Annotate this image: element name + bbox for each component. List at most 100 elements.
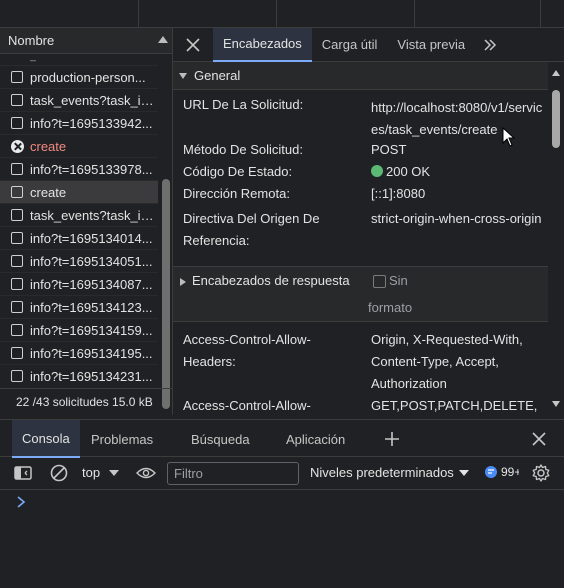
- request-checkbox[interactable]: [11, 278, 23, 290]
- collapse-triangle-icon: [180, 278, 186, 286]
- close-drawer-button[interactable]: [531, 420, 547, 458]
- general-section-header[interactable]: General: [173, 62, 548, 90]
- eye-icon: [136, 467, 156, 479]
- timeline-tick: [414, 0, 415, 28]
- response-header-value: Origin, X-Requested-With, Content-Type, …: [371, 332, 523, 391]
- method-value: POST: [371, 142, 407, 157]
- scroll-down-arrow-icon[interactable]: [552, 401, 560, 407]
- issues-counter[interactable]: 99+: [484, 465, 519, 479]
- sidebar-toggle-button[interactable]: [14, 465, 32, 481]
- tab-preview[interactable]: Vista previa: [387, 28, 475, 62]
- list-item[interactable]: task_events?task_id...: [0, 89, 158, 112]
- close-details-button[interactable]: [173, 28, 213, 62]
- request-checkbox[interactable]: [11, 255, 23, 267]
- scroll-up-arrow-icon[interactable]: [552, 70, 560, 76]
- sort-ascending-icon[interactable]: [158, 36, 168, 43]
- tab-search[interactable]: Búsqueda: [191, 420, 250, 458]
- url-label: URL De La Solicitud:: [183, 97, 304, 112]
- list-item[interactable]: info?t=1695134087...: [0, 273, 158, 296]
- response-header-value: GET,POST,PATCH,DELETE,OPTIONS: [371, 398, 538, 413]
- name-column-header[interactable]: Nombre: [0, 28, 172, 54]
- timeline-tick: [138, 0, 139, 28]
- scrollbar-thumb[interactable]: [162, 179, 170, 409]
- response-headers-title: Encabezados de respuesta: [192, 273, 350, 288]
- status-ok-icon: [371, 165, 383, 177]
- list-item[interactable]: create: [0, 181, 158, 204]
- request-checkbox[interactable]: [11, 301, 23, 313]
- request-checkbox[interactable]: [11, 186, 23, 198]
- log-levels-dropdown[interactable]: Niveles predeterminados: [310, 465, 470, 480]
- close-icon: [532, 432, 546, 446]
- list-item[interactable]: create: [0, 135, 158, 158]
- request-name: task_events?task_id...: [30, 92, 158, 108]
- tab-issues[interactable]: Problemas: [91, 420, 153, 458]
- list-item[interactable]: info?t=1695134195...: [0, 342, 158, 365]
- referrer-policy-label: Directiva Del Origen De Referencia:: [183, 211, 320, 248]
- context-value: top: [82, 465, 101, 480]
- remote-address-value: [::1]:8080: [371, 186, 426, 201]
- headers-content: General URL De La Solicitud: http://loca…: [173, 62, 548, 415]
- request-checkbox[interactable]: [11, 209, 23, 221]
- list-item[interactable]: info?t=1695134231...: [0, 365, 158, 384]
- drawer-tabs: Consola Problemas Búsqueda Aplicación: [0, 419, 564, 458]
- request-checkbox[interactable]: [11, 347, 23, 359]
- request-checkbox[interactable]: [11, 370, 23, 382]
- request-list-scrollbar[interactable]: [159, 54, 173, 409]
- response-header-key: Access-Control-Allow-Methods:: [183, 398, 311, 413]
- request-name: production-person...: [30, 69, 146, 85]
- url-value: http://localhost:8080/v1/services/task_e…: [371, 100, 543, 137]
- scrollbar-thumb[interactable]: [552, 90, 560, 148]
- request-checkbox[interactable]: [11, 324, 23, 336]
- tab-console[interactable]: Consola: [12, 420, 80, 458]
- request-summary-status: 22 /43 solicitudes 15.0 kB: [0, 388, 173, 415]
- dropdown-arrow-icon: [458, 469, 469, 476]
- expand-triangle-icon: [179, 72, 187, 79]
- request-checkbox[interactable]: [11, 117, 23, 129]
- request-name: info?t=1695134123...: [30, 299, 153, 315]
- list-item[interactable]: info?t=1695134123...: [0, 296, 158, 319]
- request-name: task_events?task_id...: [30, 207, 158, 223]
- sidebar-icon: [14, 466, 32, 480]
- request-name: create: [30, 138, 67, 154]
- raw-format-checkbox[interactable]: [373, 275, 386, 288]
- request-name: info?t=1695133978...: [30, 161, 153, 177]
- log-levels-value: Niveles predeterminados: [310, 465, 454, 480]
- list-item[interactable]: info?t=1695133942...: [0, 112, 158, 135]
- raw-format-label-1: Sin: [389, 273, 408, 288]
- list-item[interactable]: info?t=1695133978...: [0, 158, 158, 181]
- request-list: _ production-person... task_events?task_i…: [0, 54, 158, 384]
- response-headers-header[interactable]: Encabezados de respuesta Sin formato: [173, 266, 548, 322]
- network-timeline[interactable]: [0, 0, 564, 28]
- details-scrollbar[interactable]: [548, 62, 564, 415]
- add-tab-button[interactable]: [384, 420, 400, 458]
- request-checkbox[interactable]: [11, 71, 23, 83]
- timeline-tick: [276, 0, 277, 28]
- request-checkbox[interactable]: [11, 94, 23, 106]
- status-code-value: 200 OK: [371, 164, 546, 179]
- request-name: info?t=1695134231...: [30, 368, 153, 384]
- list-item[interactable]: info?t=1695134051...: [0, 250, 158, 273]
- error-circle-icon: [11, 139, 24, 153]
- request-checkbox[interactable]: [11, 232, 23, 244]
- more-tabs-button[interactable]: [475, 28, 505, 62]
- list-item[interactable]: info?t=1695134159...: [0, 319, 158, 342]
- list-item[interactable]: info?t=1695134014...: [0, 227, 158, 250]
- context-selector[interactable]: top: [82, 465, 120, 480]
- list-item-partial[interactable]: _: [0, 54, 158, 66]
- timeline-tick: [540, 0, 541, 28]
- console-filter-input[interactable]: [167, 462, 299, 485]
- live-expression-button[interactable]: [136, 465, 156, 481]
- console-output[interactable]: [0, 490, 564, 588]
- tab-headers[interactable]: Encabezados: [213, 27, 312, 62]
- tab-payload[interactable]: Carga útil: [312, 28, 388, 62]
- console-settings-button[interactable]: [531, 463, 551, 483]
- request-list-panel: Nombre _ production-person... task_events…: [0, 28, 173, 415]
- message-icon: [485, 466, 497, 478]
- request-checkbox[interactable]: [11, 163, 23, 175]
- response-headers-list: Access-Control-Allow-Headers: Origin, X-…: [173, 322, 548, 415]
- clear-console-button[interactable]: [50, 464, 68, 482]
- list-item[interactable]: production-person...: [0, 66, 158, 89]
- list-item[interactable]: task_events?task_id...: [0, 204, 158, 227]
- referrer-policy-value: strict-origin-when-cross-origin: [371, 211, 542, 226]
- tab-application[interactable]: Aplicación: [286, 420, 345, 458]
